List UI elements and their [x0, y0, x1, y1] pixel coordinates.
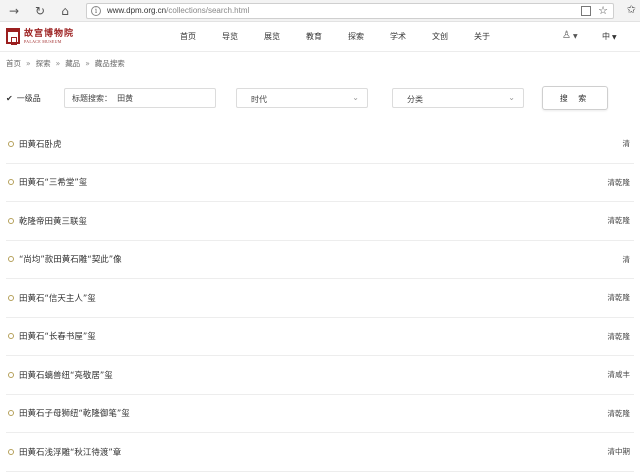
logo-cn-text: 故宫博物院	[24, 28, 75, 39]
bullet-circle-icon	[8, 448, 14, 455]
result-title[interactable]: 田黄石“信天主人”玺	[19, 292, 96, 304]
favorites-bar-icon[interactable]: ✩	[627, 3, 636, 16]
bullet-circle-icon	[8, 333, 14, 340]
breadcrumb-separator: »	[26, 59, 31, 68]
favorite-star-icon[interactable]: ☆	[598, 4, 608, 17]
result-title[interactable]: 田黄石“长春书屋”玺	[19, 330, 96, 342]
menu-item-about[interactable]: 关于	[474, 31, 490, 42]
language-switch[interactable]: 中 ▼	[602, 31, 617, 42]
breadcrumb-separator: »	[85, 59, 90, 68]
breadcrumb-home[interactable]: 首页	[6, 59, 21, 68]
address-bar[interactable]: i www.dpm.org.cn/collections/search.html…	[86, 3, 614, 19]
result-title[interactable]: 乾隆帝田黄三联玺	[19, 215, 87, 227]
url-text: www.dpm.org.cn/collections/search.html	[107, 6, 249, 15]
breadcrumb-explore[interactable]: 探索	[36, 59, 51, 68]
menu-item-education[interactable]: 教育	[306, 31, 322, 42]
language-label: 中	[602, 32, 610, 41]
site-header: 故宫博物院 PALACE MUSEUM 首页 导览 展览 教育 探索 学术 文创…	[0, 22, 640, 52]
breadcrumb-search: 藏品搜索	[94, 59, 125, 68]
chevron-down-icon: ▼	[572, 33, 578, 40]
result-era: 清咸丰	[607, 370, 631, 380]
main-menu: 首页 导览 展览 教育 探索 学术 文创 关于	[180, 31, 516, 42]
menu-item-research[interactable]: 学术	[390, 31, 406, 42]
search-filters: ✔ 一级品 时代 ⌄ 分类 ⌄ 搜 索	[0, 86, 640, 112]
menu-item-shop[interactable]: 文创	[432, 31, 448, 42]
site-logo[interactable]: 故宫博物院 PALACE MUSEUM	[6, 28, 75, 45]
menu-item-home[interactable]: 首页	[180, 31, 196, 42]
first-grade-label: 一级品	[16, 94, 41, 103]
keyword-input[interactable]	[65, 89, 215, 107]
chevron-down-icon: ⌄	[352, 93, 359, 102]
result-era: 清乾隆	[607, 293, 631, 303]
result-era: 清	[622, 254, 631, 264]
menu-item-exhibitions[interactable]: 展览	[264, 31, 280, 42]
refresh-icon[interactable]: ↻	[32, 3, 48, 19]
result-row[interactable]: 田黄石“信天主人”玺 清乾隆	[6, 279, 634, 318]
bullet-circle-icon	[8, 217, 14, 224]
user-menu[interactable]: ♙ ▼	[562, 30, 578, 41]
result-title[interactable]: 田黄石子母狮纽“乾隆御笔”玺	[19, 407, 130, 419]
bullet-circle-icon	[8, 410, 14, 417]
palace-logo-icon	[6, 28, 20, 45]
url-path: /collections/search.html	[166, 6, 250, 15]
result-title[interactable]: 田黄石浅浮雕“秋江待渡”章	[19, 446, 121, 458]
checkmark-icon: ✔	[6, 94, 13, 103]
browser-toolbar: → ↻ ⌂ i www.dpm.org.cn/collections/searc…	[0, 0, 640, 22]
breadcrumb-collections[interactable]: 藏品	[65, 59, 80, 68]
results-list: 田黄石卧虎清田黄石“三希堂”玺 清乾隆 乾隆帝田黄三联玺 清乾隆 “尚均”款田黄石雕“契…	[6, 125, 634, 472]
chevron-down-icon: ⌄	[508, 93, 515, 102]
result-era: 清乾隆	[607, 216, 631, 226]
era-select-label: 时代	[251, 95, 267, 104]
forward-arrow-icon[interactable]: →	[6, 3, 22, 19]
home-icon[interactable]: ⌂	[57, 3, 73, 19]
logo-en-text: PALACE MUSEUM	[24, 38, 62, 44]
result-row[interactable]: 田黄石子母狮纽“乾隆御笔”玺 清乾隆	[6, 395, 634, 433]
result-row[interactable]: “尚均”款田黄石雕“契此”像 清	[6, 241, 634, 279]
menu-item-explore[interactable]: 探索	[348, 31, 364, 42]
bullet-circle-icon	[8, 179, 14, 186]
bullet-circle-icon	[8, 294, 14, 301]
breadcrumb: 首页 » 探索 » 藏品 » 藏品搜索	[6, 58, 125, 69]
reading-view-icon[interactable]	[581, 6, 591, 16]
search-button[interactable]: 搜 索	[542, 86, 608, 110]
category-select[interactable]: 分类 ⌄	[392, 88, 524, 108]
result-row[interactable]: 田黄石卧虎 清	[6, 125, 634, 164]
breadcrumb-separator: »	[55, 59, 61, 68]
result-era: 清乾隆	[607, 331, 631, 341]
bullet-circle-icon	[8, 371, 14, 378]
user-icon: ♙	[562, 30, 571, 41]
result-era: 清乾隆	[607, 408, 631, 418]
result-row[interactable]: 田黄石“长春书屋”玺 清乾隆	[6, 318, 634, 356]
result-row[interactable]: 田黄石“三希堂”玺 清乾隆	[6, 164, 634, 202]
keyword-search-field[interactable]	[64, 88, 216, 108]
first-grade-checkbox[interactable]: ✔ 一级品	[6, 93, 41, 104]
result-era: 清中期	[607, 447, 631, 457]
result-row[interactable]: 乾隆帝田黄三联玺 清乾隆	[6, 202, 634, 241]
result-row[interactable]: 田黄石浅浮雕“秋江待渡”章 清中期	[6, 433, 634, 472]
result-era: 清	[622, 139, 631, 149]
category-select-label: 分类	[407, 95, 423, 104]
result-title[interactable]: 田黄石卧虎	[19, 138, 62, 150]
info-icon[interactable]: i	[91, 6, 101, 16]
bullet-circle-icon	[8, 256, 14, 263]
result-title[interactable]: 田黄石“三希堂”玺	[19, 176, 87, 188]
result-row[interactable]: 田黄石螭兽纽“亮敬居”玺 清咸丰	[6, 356, 634, 395]
era-select[interactable]: 时代 ⌄	[236, 88, 368, 108]
chevron-down-icon: ▼	[612, 34, 617, 41]
bullet-circle-icon	[8, 140, 14, 147]
menu-item-guide[interactable]: 导览	[222, 31, 238, 42]
url-host: www.dpm.org.cn	[107, 6, 167, 15]
result-title[interactable]: 田黄石螭兽纽“亮敬居”玺	[19, 369, 113, 381]
result-era: 清乾隆	[607, 177, 631, 187]
result-title[interactable]: “尚均”款田黄石雕“契此”像	[19, 253, 122, 265]
